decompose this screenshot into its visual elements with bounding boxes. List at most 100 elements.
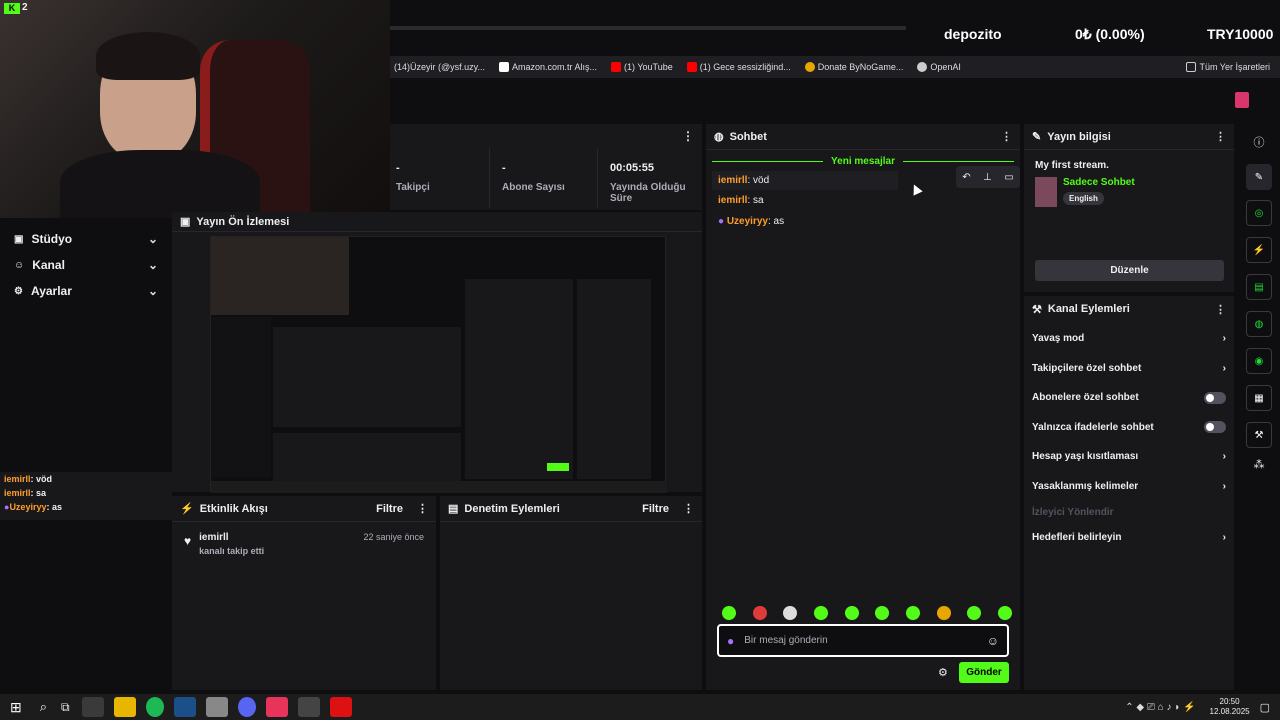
stat-followers: - Takipçi [390, 148, 490, 208]
system-tray-icons[interactable]: ⌃ ◆ ⎚ ⌂ ♪ ◗ ⚡ [1125, 702, 1195, 713]
obs-icon[interactable] [297, 697, 320, 717]
bookmark-item[interactable]: (1) YouTube [611, 62, 673, 73]
gear-icon[interactable]: ⚙ [938, 666, 948, 679]
bookmark-item[interactable]: (14)Üzeyir (@ysf.uzy... [394, 62, 485, 72]
more-icon[interactable]: ⋮ [1215, 130, 1226, 143]
search-icon[interactable]: ⌕ [40, 699, 47, 715]
chat-message[interactable]: ● Uzeyiryy: as [718, 211, 1014, 232]
action-account-age[interactable]: Hesap yaşı kısıtlaması › [1024, 442, 1234, 472]
pin-icon[interactable]: ⊥ [983, 172, 992, 183]
chat-user: iemirll [4, 474, 31, 484]
chat-icon: ◍ [714, 131, 724, 143]
stat-value: - [396, 162, 400, 174]
sidebar-item-settings[interactable]: ⚙ Ayarlar ⌄ [0, 278, 172, 304]
filter-button[interactable]: Filtre [642, 503, 669, 515]
spotify-icon[interactable] [145, 697, 164, 717]
notification-icon[interactable]: ▢ [1260, 701, 1270, 714]
extension-icon[interactable] [1235, 92, 1249, 108]
send-button[interactable]: Gönder [959, 662, 1009, 683]
chat-user: iemirll [718, 175, 748, 186]
emote-icon[interactable] [722, 606, 736, 620]
undo-icon[interactable]: ↶ [962, 172, 970, 183]
message-actions: ↶ ⊥ ▭ [956, 166, 1020, 188]
emote-icon[interactable] [752, 606, 767, 620]
recording-icon[interactable] [329, 697, 352, 717]
bookmark-2: (1) YouTube [624, 61, 673, 72]
mic-icon[interactable]: ● [727, 634, 734, 648]
bolt-icon[interactable]: ⚡ [1246, 237, 1272, 263]
filter-button[interactable]: Filtre [376, 503, 403, 515]
hair-shape [96, 32, 200, 80]
stat-uptime: 00:05:55 Yayında Olduğu Süre [598, 148, 702, 208]
chat-message[interactable]: iemirll: sa [718, 190, 1014, 211]
action-slow-mode[interactable]: Yavaş mod › [1024, 324, 1234, 354]
sidebar-item-channel[interactable]: ☺ Kanal ⌄ [0, 252, 172, 278]
chat-icon[interactable]: ◍ [1246, 311, 1272, 337]
wrench-icon[interactable]: ⚒ [1246, 422, 1272, 448]
stat-subs: - Abone Sayısı [490, 148, 598, 208]
action-goals[interactable]: Hedefleri belirleyin › [1024, 523, 1234, 553]
all-bookmarks[interactable]: Tüm Yer İşaretleri [1186, 62, 1280, 73]
chrome-icon[interactable] [81, 697, 104, 717]
more-icon[interactable]: ⋮ [683, 502, 694, 515]
doc-icon: ▤ [448, 503, 459, 515]
emote-icon[interactable] [844, 606, 859, 620]
emoji-icon[interactable]: ☺ [987, 634, 999, 648]
explorer-icon[interactable] [113, 697, 136, 717]
sidebar-item-studio[interactable]: ▣ Stüdyo ⌄ [0, 226, 172, 252]
emote-icon[interactable] [905, 606, 920, 620]
emote-icon[interactable] [967, 606, 982, 620]
more-icon[interactable]: ⋮ [417, 502, 428, 515]
edit-button[interactable]: Düzenle [1035, 260, 1224, 281]
more-icon[interactable]: ⋮ [1215, 303, 1226, 316]
sidebar: ▣ Stüdyo ⌄ ☺ Kanal ⌄ ⚙ Ayarlar ⌄ [0, 218, 172, 694]
bookmark-item[interactable]: OpenAI [917, 62, 961, 73]
clip-icon[interactable]: ◎ [1246, 200, 1272, 226]
action-subs-only[interactable]: Abonelere özel sohbet [1024, 383, 1234, 413]
pencil-icon[interactable]: ✎ [1246, 164, 1272, 190]
channel-actions-panel: ⚒ Kanal Eylemleri ⋮ Yavaş mod › Takipçilere… [1024, 296, 1234, 690]
tiktok-icon[interactable] [265, 697, 288, 717]
stat-value: - [502, 162, 506, 174]
bookmark-item[interactable]: Amazon.com.tr Alış... [498, 62, 597, 73]
action-emotes-only[interactable]: Yalnızca ifadelerle sohbet [1024, 413, 1234, 443]
nodes-icon[interactable]: ⁂ [1238, 458, 1280, 471]
info-icon[interactable]: ⓘ [1238, 134, 1280, 150]
layout-icon[interactable]: ▦ [1246, 385, 1272, 411]
emote-icon[interactable] [997, 606, 1012, 620]
emote-icon[interactable] [875, 606, 890, 620]
trash-icon[interactable]: ▭ [1004, 172, 1013, 183]
emote-icon[interactable] [813, 606, 828, 620]
nested-taskbar [211, 481, 667, 493]
emote-icon[interactable] [783, 606, 798, 620]
stream-preview-video[interactable] [210, 236, 667, 493]
bookmark-item[interactable]: (1) Gece sessizliğind... [686, 62, 791, 73]
discord-icon[interactable] [237, 697, 256, 717]
app-icon[interactable] [205, 697, 228, 717]
activity-header: ⚡ Etkinlik Akışı Filtre ⋮ [172, 496, 436, 522]
category-name[interactable]: Sadece Sohbet [1063, 177, 1135, 188]
windows-start-icon[interactable]: ⊞ [10, 699, 22, 716]
action-banned-words[interactable]: Yasaklanmış kelimeler › [1024, 472, 1234, 502]
bookmark-item[interactable]: Donate ByNoGame... [804, 62, 903, 73]
chat-message[interactable]: iemirll: vöd [712, 171, 898, 190]
emote-bar [722, 606, 1012, 620]
clock[interactable]: 20:50 12.08.2025 [1210, 697, 1250, 717]
chat-input[interactable]: ● Bir mesaj gönderin ☺ [717, 624, 1009, 657]
stream-name: My first stream. [1035, 160, 1109, 171]
more-icon[interactable]: ⋮ [1001, 130, 1012, 143]
chevron-right-icon: › [1222, 333, 1226, 345]
task-view-icon[interactable]: ⧉ [61, 700, 70, 715]
action-followers-only[interactable]: Takipçilere özel sohbet › [1024, 354, 1234, 384]
steam-icon[interactable] [173, 697, 196, 717]
broadcast-icon[interactable]: ◉ [1246, 348, 1272, 374]
chat-placeholder: Bir mesaj gönderin [744, 635, 828, 646]
chat-msg: : sa [30, 488, 47, 498]
doc-icon[interactable]: ▤ [1246, 274, 1272, 300]
more-icon[interactable]: ⋮ [682, 129, 694, 143]
subs-only-toggle[interactable] [1204, 391, 1226, 404]
overlay-chat-line: ●Uzeyiryy: as [0, 500, 172, 514]
emotes-only-toggle[interactable] [1204, 421, 1226, 434]
emote-icon[interactable] [936, 606, 951, 620]
moderation-header: ▤ Denetim Eylemleri Filtre ⋮ [440, 496, 702, 522]
